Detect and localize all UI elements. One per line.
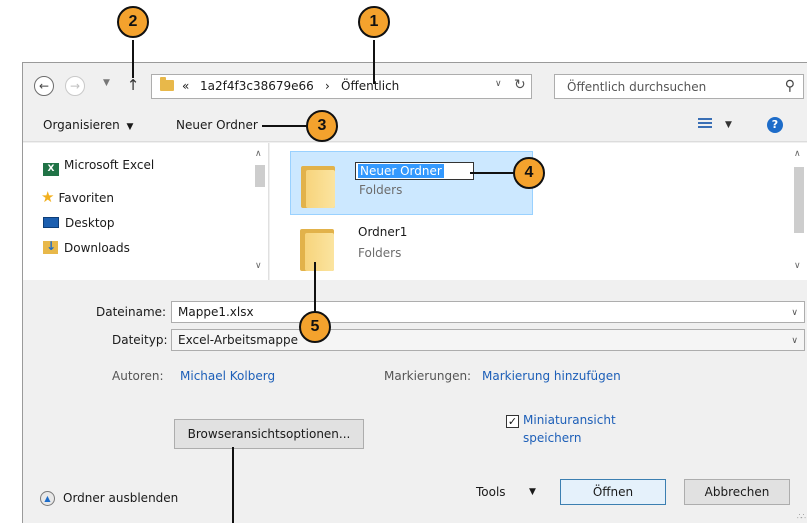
address-segment-public[interactable]: Öffentlich xyxy=(341,79,399,93)
file-type-label: Folders xyxy=(358,246,402,260)
desktop-icon xyxy=(43,217,59,228)
file-type-label: Folders xyxy=(359,183,403,197)
nav-item-downloads[interactable]: Downloads xyxy=(43,239,130,255)
filetype-select[interactable]: Excel-Arbeitsmappe ∨ xyxy=(171,329,805,351)
callout-1: 1 xyxy=(358,6,390,38)
address-separator[interactable]: › xyxy=(325,79,330,93)
tools-chevron-down-icon[interactable]: ▼ xyxy=(529,487,536,497)
authors-label: Autoren: xyxy=(112,369,164,383)
collapse-icon[interactable]: ▲ xyxy=(40,491,55,506)
address-segment-user[interactable]: 1a2f4f3c38679e66 xyxy=(200,79,314,93)
downloads-icon xyxy=(43,239,58,254)
chevron-down-icon[interactable]: ∨ xyxy=(791,336,798,346)
cancel-button[interactable]: Abbrechen xyxy=(684,479,790,505)
filetype-label: Dateityp: xyxy=(112,333,168,347)
thumbnail-label-line1[interactable]: Miniaturansicht xyxy=(523,413,616,427)
scroll-up-icon[interactable]: ∧ xyxy=(794,149,801,159)
callout-4-line xyxy=(470,172,514,174)
filename-value: Mappe1.xlsx xyxy=(178,305,254,319)
filetype-value: Excel-Arbeitsmappe xyxy=(178,333,298,347)
nav-item-desktop[interactable]: Desktop xyxy=(43,216,115,230)
forward-arrow-icon[interactable]: → xyxy=(65,76,85,96)
address-bar[interactable]: « 1a2f4f3c38679e66 › Öffentlich xyxy=(151,74,532,99)
authors-link[interactable]: Michael Kolberg xyxy=(180,369,275,383)
rename-selected-text: Neuer Ordner xyxy=(358,164,444,178)
callout-5-line xyxy=(314,262,316,312)
navigation-pane: X Microsoft Excel ★Favoriten Desktop Down… xyxy=(23,143,269,280)
browser-view-options-button[interactable]: Browseransichtsoptionen... xyxy=(174,419,364,449)
view-chevron-down-icon[interactable]: ▼ xyxy=(725,120,732,130)
callout-2-line xyxy=(132,40,134,78)
folder-icon xyxy=(160,77,174,91)
organize-label: Organisieren xyxy=(43,118,120,132)
chevron-down-icon[interactable]: ∨ xyxy=(791,308,798,318)
folder-icon xyxy=(301,166,335,208)
callout-3-line xyxy=(262,125,307,127)
callout-4: 4 xyxy=(513,157,545,189)
file-item-new-folder[interactable]: Neuer Ordner Folders xyxy=(290,151,533,215)
filename-label: Dateiname: xyxy=(96,305,167,319)
recent-locations-chevron-down-icon[interactable]: ▼ xyxy=(103,78,110,88)
help-icon[interactable]: ? xyxy=(767,117,783,133)
back-arrow-icon[interactable]: ← xyxy=(34,76,54,96)
file-item-ordner1[interactable]: Ordner1 Folders xyxy=(290,215,533,279)
refresh-icon[interactable]: ↻ xyxy=(514,77,526,93)
search-input[interactable]: Öffentlich durchsuchen ⚲ xyxy=(554,74,804,99)
excel-icon: X xyxy=(43,163,59,176)
hide-folders-button[interactable]: Ordner ausblenden xyxy=(63,491,178,505)
nav-item-label: Downloads xyxy=(64,241,130,255)
browser-options-pointer-line xyxy=(232,447,234,523)
rename-input[interactable]: Neuer Ordner xyxy=(355,162,474,180)
scroll-up-icon[interactable]: ∧ xyxy=(255,149,262,159)
search-icon[interactable]: ⚲ xyxy=(785,78,795,94)
star-icon: ★ xyxy=(41,188,55,206)
open-button[interactable]: Öffnen xyxy=(560,479,666,505)
callout-3: 3 xyxy=(306,110,338,142)
scroll-down-icon[interactable]: ∨ xyxy=(794,261,801,271)
scroll-down-icon[interactable]: ∨ xyxy=(255,261,262,271)
tags-link[interactable]: Markierung hinzufügen xyxy=(482,369,621,383)
tools-button[interactable]: Tools xyxy=(476,485,506,499)
callout-1-line xyxy=(373,40,375,84)
file-list-scrollbar-thumb[interactable] xyxy=(794,167,804,233)
file-list-scrollbar[interactable]: ∧ ∨ xyxy=(790,143,807,280)
nav-item-favorites[interactable]: ★ Favoriten xyxy=(41,188,114,206)
nav-item-label: Microsoft Excel xyxy=(64,158,155,172)
tags-label: Markierungen: xyxy=(384,369,472,383)
search-placeholder: Öffentlich durchsuchen xyxy=(567,80,707,94)
view-options-icon[interactable] xyxy=(698,117,712,131)
address-row: ← → ▼ ↑ « 1a2f4f3c38679e66 › Öffentlich … xyxy=(23,63,807,109)
nav-scrollbar[interactable]: ∧ ∨ xyxy=(251,143,268,280)
nav-item-label: Desktop xyxy=(65,216,115,230)
thumbnail-label-line2[interactable]: speichern xyxy=(523,431,582,445)
command-toolbar: Organisieren ▼ Neuer Ordner ▼ ? xyxy=(23,109,807,142)
address-overflow-chevrons[interactable]: « xyxy=(182,79,189,93)
folder-icon xyxy=(300,229,334,271)
callout-2: 2 xyxy=(117,6,149,38)
save-as-dialog: ← → ▼ ↑ « 1a2f4f3c38679e66 › Öffentlich … xyxy=(22,62,807,523)
organize-button[interactable]: Organisieren ▼ xyxy=(43,118,133,132)
nav-item-microsoft-excel[interactable]: X Microsoft Excel xyxy=(43,158,154,176)
thumbnail-checkbox[interactable]: ✓ xyxy=(506,415,519,428)
callout-5: 5 xyxy=(299,311,331,343)
nav-scrollbar-thumb[interactable] xyxy=(255,165,265,187)
file-name-label: Ordner1 xyxy=(358,225,408,239)
filename-input[interactable]: Mappe1.xlsx ∨ xyxy=(171,301,805,323)
address-history-chevron-down-icon[interactable]: ∨ xyxy=(495,79,502,89)
chevron-down-icon: ▼ xyxy=(126,122,134,132)
resize-grip-icon[interactable]: ∴∴ xyxy=(797,512,806,521)
nav-item-label: Favoriten xyxy=(58,191,115,205)
new-folder-button[interactable]: Neuer Ordner xyxy=(176,118,258,132)
